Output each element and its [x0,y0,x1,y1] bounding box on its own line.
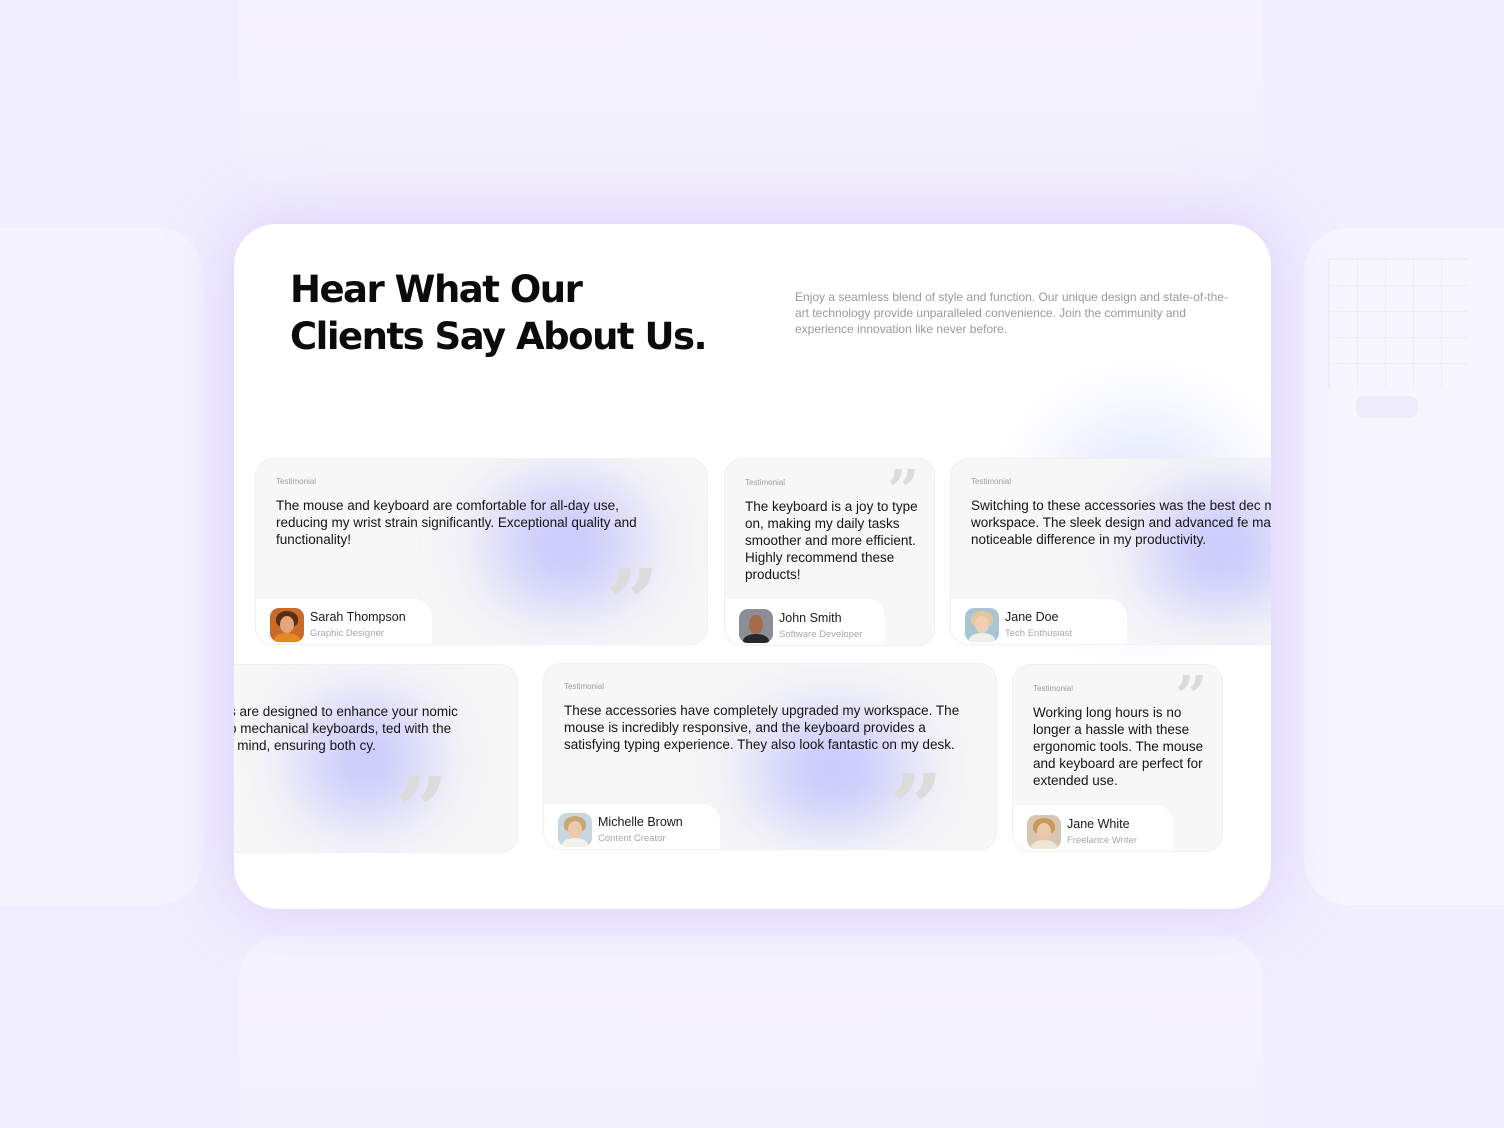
testimonial-card: ssories are designed to enhance your nom… [234,664,518,853]
avatar [739,609,773,643]
testimonial-tag: Testimonial [745,478,786,487]
background-panel-left [0,228,202,905]
quote-icon: ” [606,549,659,645]
background-panel-right [1304,228,1504,905]
author-role: Software Developer [779,629,863,640]
avatar [270,608,304,642]
testimonial-text: Working long hours is no longer a hassle… [1033,705,1204,788]
testimonial-tag: Testimonial [1033,684,1074,693]
avatar [1027,815,1061,849]
faint-grid-decoration [1328,258,1468,388]
testimonial-tag: Testimonial [564,682,605,691]
testimonial-author: Michelle Brown Content Creator [558,813,683,847]
author-name: Michelle Brown [598,815,683,829]
author-name: John Smith [779,611,842,625]
testimonial-card: Testimonial Switching to these accessori… [950,458,1271,645]
background-panel-bottom [239,936,1263,1128]
testimonial-tag: Testimonial [276,477,317,486]
testimonial-card: Testimonial ” Working long hours is no l… [1012,664,1223,852]
testimonial-author: Jane Doe Tech Enthusiast [965,608,1072,642]
avatar [965,608,999,642]
section-title-line-1: Hear What Our [290,268,583,311]
testimonial-card: Testimonial The mouse and keyboard are c… [255,458,708,645]
quote-icon: ” [395,757,448,853]
testimonial-author: John Smith Software Developer [739,609,862,643]
author-role: Graphic Designer [310,628,384,639]
testimonial-card: Testimonial ” The keyboard is a joy to t… [724,458,935,646]
author-name: Sarah Thompson [310,610,406,624]
section-title: Hear What Our Clients Say About Us. [290,266,750,360]
testimonial-text: ssories are designed to enhance your nom… [234,704,458,753]
section-title-line-2: Clients Say About Us. [290,315,708,358]
author-role: Tech Enthusiast [1005,628,1073,639]
avatar [558,813,592,847]
testimonial-tag: Testimonial [971,477,1012,486]
section-subtitle: Enjoy a seamless blend of style and func… [795,290,1228,336]
testimonial-card: Testimonial These accessories have compl… [543,663,997,850]
author-name: Jane White [1067,817,1130,831]
testimonial-author: Jane White Freelance Writer [1027,815,1137,849]
faint-pill-decoration [1356,396,1418,418]
author-role: Content Creator [598,833,666,844]
testimonial-author: Sarah Thompson Graphic Designer [270,608,406,642]
testimonial-text: These accessories have completely upgrad… [564,703,960,752]
author-role: Freelance Writer [1067,835,1138,846]
testimonial-text: Switching to these accessories was the b… [971,498,1271,547]
background-panel-top [239,0,1263,192]
author-name: Jane Doe [1005,610,1059,624]
testimonials-section: Hear What Our Clients Say About Us. Enjo… [234,224,1271,909]
testimonial-text: The mouse and keyboard are comfortable f… [276,498,637,547]
quote-icon: ” [890,754,943,850]
testimonial-text: The keyboard is a joy to type on, making… [745,499,918,582]
